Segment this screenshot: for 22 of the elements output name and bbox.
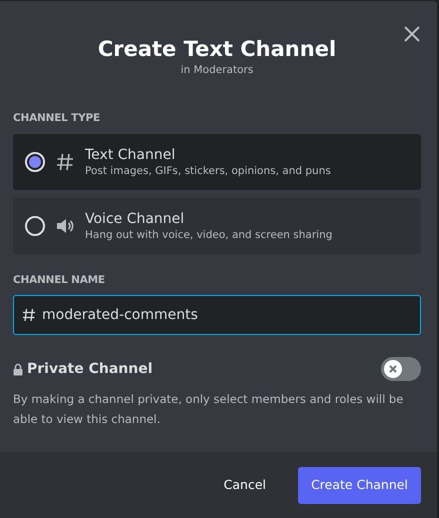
- create-channel-button[interactable]: Create Channel: [298, 466, 421, 504]
- option-description: Post images, GIFs, stickers, opinions, and puns: [85, 164, 331, 178]
- section-label: CHANNEL NAME: [13, 273, 106, 287]
- hash-icon: [55, 152, 75, 172]
- dialog-title: Create Text Channel: [96, 36, 338, 63]
- lock-icon: [13, 362, 23, 376]
- option-title: Voice Channel: [85, 210, 186, 228]
- radio-button[interactable]: [25, 216, 45, 236]
- private-toggle[interactable]: [381, 357, 421, 381]
- cross-icon: [388, 364, 398, 374]
- option-description: Hang out with voice, video, and screen sharing: [85, 228, 332, 242]
- section-label: CHANNEL TYPE: [13, 111, 101, 125]
- option-title: Text Channel: [85, 146, 176, 164]
- radio-button[interactable]: [25, 152, 45, 172]
- private-channel-label: Private Channel: [27, 360, 153, 378]
- cancel-button[interactable]: Cancel: [212, 468, 278, 502]
- channel-name-field[interactable]: moderated-comments: [13, 295, 421, 335]
- dialog-subtitle: in Moderators: [180, 63, 254, 77]
- speaker-icon: [55, 216, 75, 236]
- private-channel-description: By making a channel private, only select members and roles will be able to view this channel.: [13, 391, 404, 428]
- channel-type-option[interactable]: Voice Channel Hang out with voice, video, and screen sharing: [13, 198, 421, 254]
- channel-type-option[interactable]: Text Channel Post images, GIFs, stickers, opinions, and puns: [13, 134, 421, 190]
